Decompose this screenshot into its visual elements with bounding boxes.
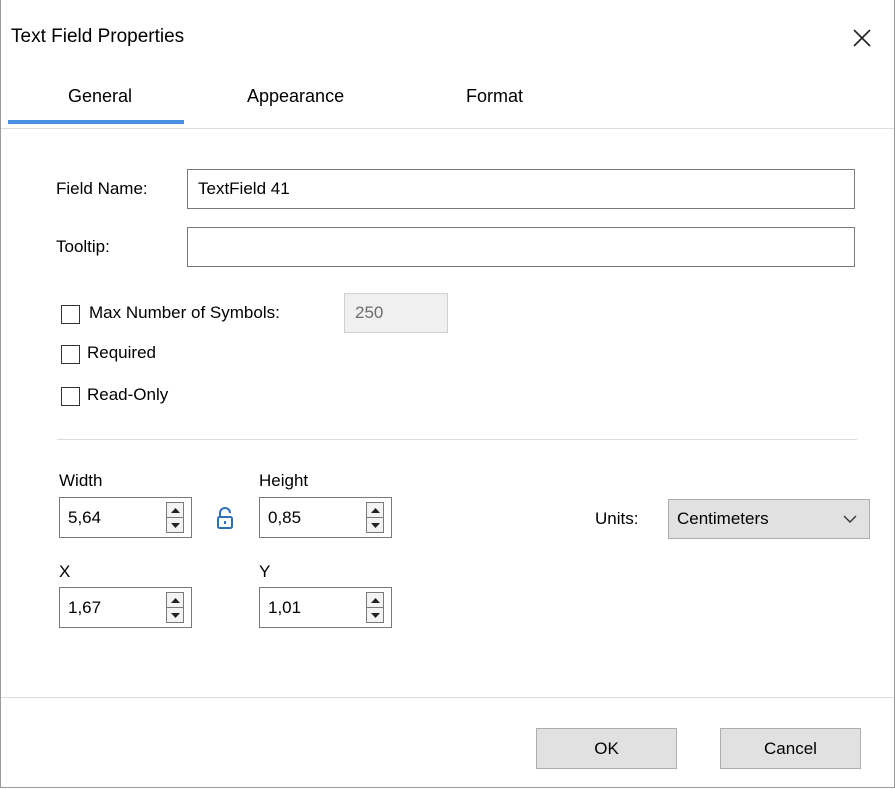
arrow-up-icon bbox=[170, 597, 180, 603]
max-symbols-checkbox[interactable] bbox=[61, 305, 80, 324]
required-checkbox[interactable] bbox=[61, 345, 80, 364]
units-value: Centimeters bbox=[677, 509, 769, 528]
y-value[interactable]: 1,01 bbox=[260, 598, 366, 618]
y-spinbox[interactable]: 1,01 bbox=[259, 587, 392, 628]
height-increment-button[interactable] bbox=[367, 503, 383, 517]
text-field-properties-dialog: Text Field Properties General Appearance… bbox=[0, 0, 895, 788]
y-label: Y bbox=[259, 562, 271, 581]
readonly-label: Read-Only bbox=[87, 385, 169, 404]
arrow-down-icon bbox=[170, 612, 180, 618]
width-increment-button[interactable] bbox=[167, 503, 183, 517]
height-label: Height bbox=[259, 471, 309, 490]
units-dropdown[interactable]: Centimeters bbox=[668, 499, 870, 539]
height-spin-buttons bbox=[366, 502, 384, 533]
max-symbols-input[interactable]: 250 bbox=[344, 293, 448, 333]
units-label: Units: bbox=[595, 509, 639, 528]
x-decrement-button[interactable] bbox=[167, 607, 183, 622]
y-spin-buttons bbox=[366, 592, 384, 623]
x-label: X bbox=[59, 562, 71, 581]
arrow-down-icon bbox=[170, 522, 180, 528]
tab-appearance[interactable]: Appearance bbox=[247, 86, 344, 107]
arrow-down-icon bbox=[370, 612, 380, 618]
height-value[interactable]: 0,85 bbox=[260, 508, 366, 528]
section-divider bbox=[57, 439, 857, 440]
close-button[interactable] bbox=[840, 18, 884, 58]
x-increment-button[interactable] bbox=[167, 593, 183, 607]
height-spinbox[interactable]: 0,85 bbox=[259, 497, 392, 538]
y-increment-button[interactable] bbox=[367, 593, 383, 607]
tab-general[interactable]: General bbox=[7, 86, 185, 124]
close-icon bbox=[853, 29, 871, 47]
x-value[interactable]: 1,67 bbox=[60, 598, 166, 618]
chevron-down-icon bbox=[843, 515, 857, 523]
tooltip-input[interactable] bbox=[187, 227, 855, 267]
window-title: Text Field Properties bbox=[11, 26, 185, 47]
arrow-up-icon bbox=[370, 507, 380, 513]
tooltip-label: Tooltip: bbox=[56, 237, 110, 256]
readonly-checkbox[interactable] bbox=[61, 387, 80, 406]
unlock-icon bbox=[217, 507, 233, 529]
field-name-input[interactable]: TextField 41 bbox=[187, 169, 855, 209]
tab-bar: General Appearance Format bbox=[1, 78, 894, 129]
arrow-down-icon bbox=[370, 522, 380, 528]
field-name-label: Field Name: bbox=[56, 179, 148, 198]
y-decrement-button[interactable] bbox=[367, 607, 383, 622]
cancel-button[interactable]: Cancel bbox=[720, 728, 861, 769]
required-label: Required bbox=[87, 343, 156, 362]
width-label: Width bbox=[59, 471, 103, 490]
arrow-up-icon bbox=[170, 507, 180, 513]
arrow-up-icon bbox=[370, 597, 380, 603]
height-decrement-button[interactable] bbox=[367, 517, 383, 532]
aspect-lock-button[interactable] bbox=[215, 507, 237, 531]
x-spin-buttons bbox=[166, 592, 184, 623]
width-decrement-button[interactable] bbox=[167, 517, 183, 532]
tab-format[interactable]: Format bbox=[466, 86, 523, 107]
ok-button[interactable]: OK bbox=[536, 728, 677, 769]
title-bar: Text Field Properties bbox=[1, 0, 894, 78]
width-value[interactable]: 5,64 bbox=[60, 508, 166, 528]
width-spinbox[interactable]: 5,64 bbox=[59, 497, 192, 538]
footer-divider bbox=[1, 697, 894, 698]
x-spinbox[interactable]: 1,67 bbox=[59, 587, 192, 628]
max-symbols-label: Max Number of Symbols: bbox=[89, 303, 280, 322]
width-spin-buttons bbox=[166, 502, 184, 533]
